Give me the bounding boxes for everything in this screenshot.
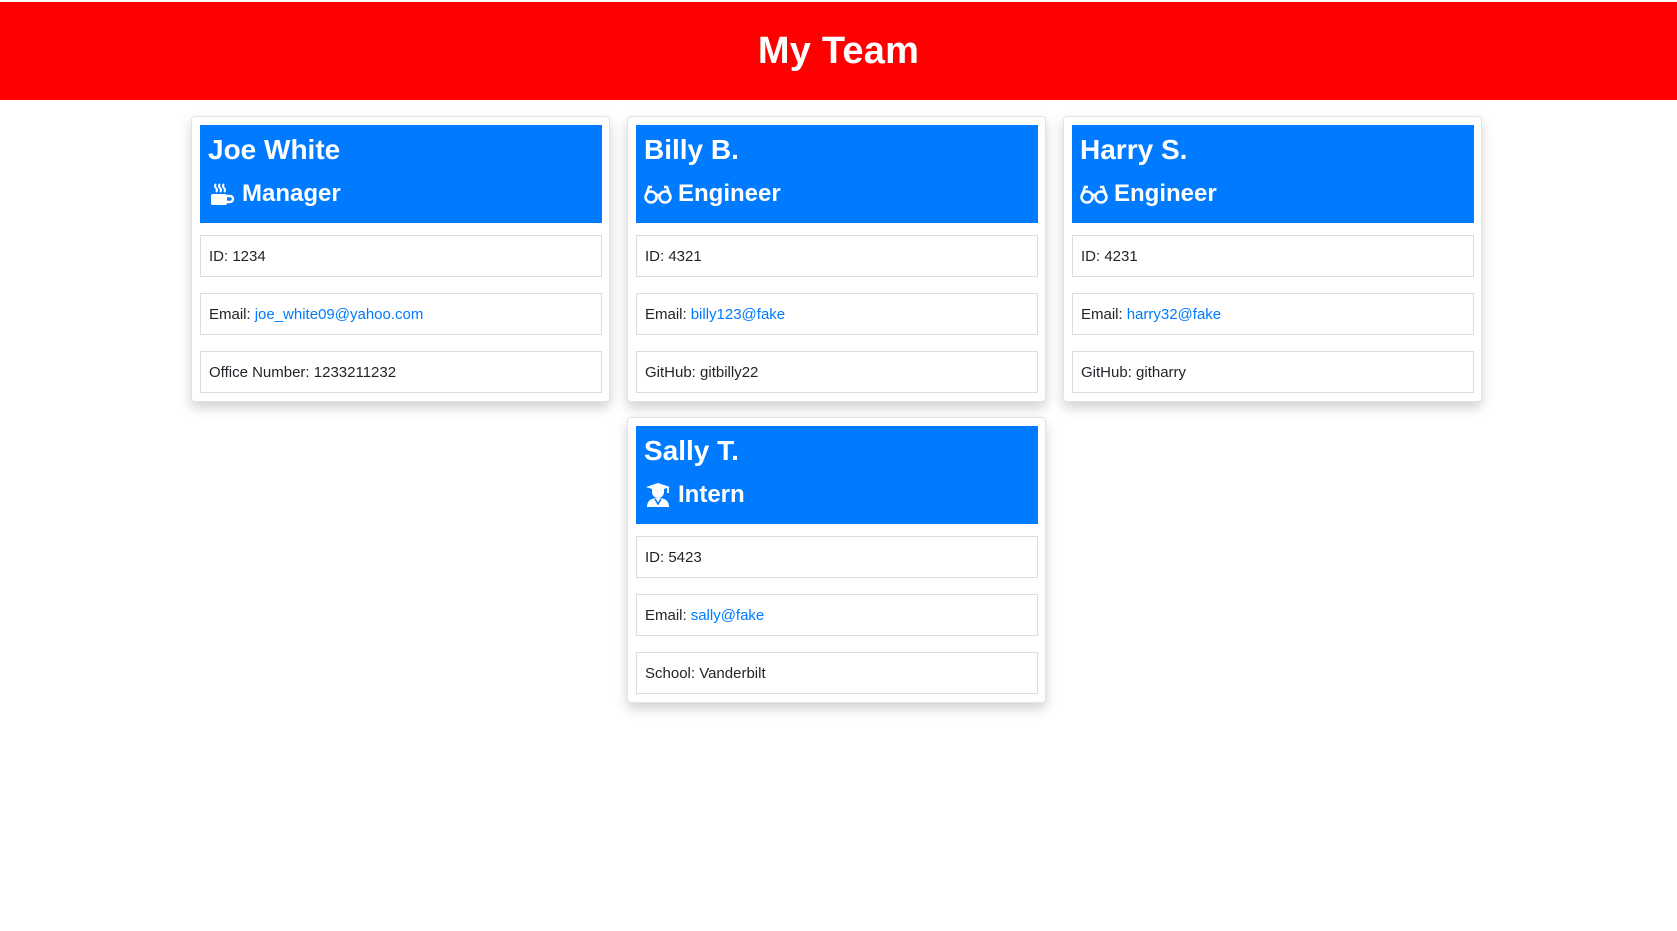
school-row: School: Vanderbilt bbox=[636, 652, 1038, 694]
email-link[interactable]: joe_white09@yahoo.com bbox=[255, 306, 424, 323]
employee-role: Intern bbox=[644, 480, 1030, 510]
email-row: Email: harry32@fake bbox=[1072, 293, 1474, 335]
email-label: Email: bbox=[1081, 305, 1123, 323]
id-text: ID: 4231 bbox=[1081, 247, 1138, 265]
employee-card: Sally T. Intern ID: 5423 Email: sally@fa… bbox=[627, 417, 1046, 703]
employee-name: Harry S. bbox=[1080, 134, 1188, 165]
email-link[interactable]: sally@fake bbox=[691, 607, 765, 624]
email-link[interactable]: billy123@fake bbox=[691, 306, 785, 323]
github-text: GitHub: gitbilly22 bbox=[645, 363, 759, 381]
role-label: Intern bbox=[678, 481, 745, 508]
email-link[interactable]: harry32@fake bbox=[1127, 306, 1221, 323]
role-label: Engineer bbox=[1114, 180, 1217, 207]
employee-card: Harry S. Engineer ID: 4231 Email: harry3… bbox=[1063, 116, 1482, 402]
card-header: Sally T. Intern bbox=[636, 426, 1038, 524]
employee-name: Sally T. bbox=[644, 435, 739, 466]
id-row: ID: 1234 bbox=[200, 235, 602, 277]
employee-card: Billy B. Engineer ID: 4321 Email: billy1… bbox=[627, 116, 1046, 402]
glasses-icon bbox=[1080, 180, 1108, 208]
glasses-icon bbox=[644, 180, 672, 208]
email-row: Email: billy123@fake bbox=[636, 293, 1038, 335]
employee-role: Manager bbox=[208, 179, 594, 209]
role-label: Manager bbox=[242, 180, 341, 207]
github-text: GitHub: githarry bbox=[1081, 363, 1187, 381]
employee-role: Engineer bbox=[644, 179, 1030, 209]
email-row: Email: sally@fake bbox=[636, 594, 1038, 636]
id-row: ID: 4321 bbox=[636, 235, 1038, 277]
employee-card: Joe White Manager ID: 1234 Email: joe_wh… bbox=[191, 116, 610, 402]
email-label: Email: bbox=[645, 305, 687, 323]
card-header: Harry S. Engineer bbox=[1072, 125, 1474, 223]
id-row: ID: 5423 bbox=[636, 536, 1038, 578]
id-text: ID: 1234 bbox=[209, 247, 266, 265]
employee-role: Engineer bbox=[1080, 179, 1466, 209]
email-label: Email: bbox=[209, 305, 251, 323]
github-row: GitHub: githarry bbox=[1072, 351, 1474, 393]
employee-name: Billy B. bbox=[644, 134, 739, 165]
email-row: Email: joe_white09@yahoo.com bbox=[200, 293, 602, 335]
coffee-mug-icon bbox=[208, 180, 236, 208]
id-text: ID: 4321 bbox=[645, 247, 702, 265]
employee-name: Joe White bbox=[208, 134, 341, 165]
email-label: Email: bbox=[645, 606, 687, 624]
office-number-text: Office Number: 1233211232 bbox=[209, 363, 397, 381]
id-text: ID: 5423 bbox=[645, 548, 702, 566]
office-number-row: Office Number: 1233211232 bbox=[200, 351, 602, 393]
github-row: GitHub: gitbilly22 bbox=[636, 351, 1038, 393]
role-label: Engineer bbox=[678, 180, 781, 207]
page-header-banner: My Team bbox=[0, 2, 1677, 100]
card-header: Billy B. Engineer bbox=[636, 125, 1038, 223]
page-title: My Team bbox=[757, 29, 920, 72]
graduate-icon bbox=[644, 481, 672, 509]
school-text: School: Vanderbilt bbox=[645, 664, 766, 682]
card-header: Joe White Manager bbox=[200, 125, 602, 223]
id-row: ID: 4231 bbox=[1072, 235, 1474, 277]
